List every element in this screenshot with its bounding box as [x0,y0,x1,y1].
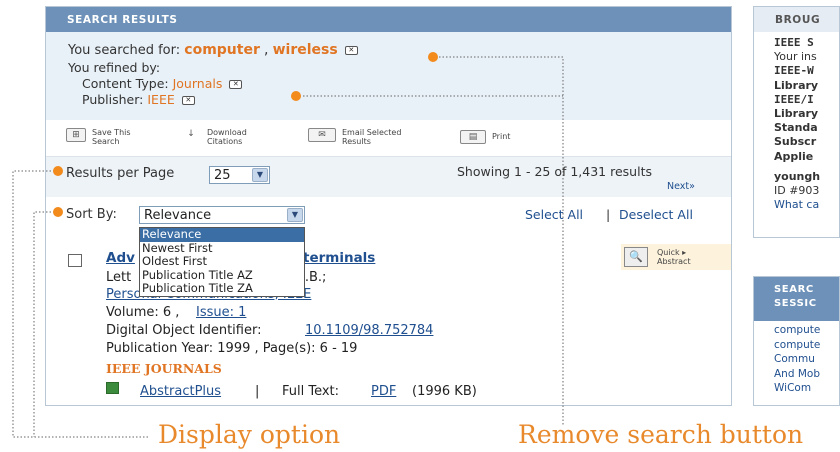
sort-option[interactable]: Newest First [140,241,304,256]
email-results-button[interactable]: ✉ Email Selected Results [308,128,401,146]
remove-marker [291,91,301,101]
issue-link[interactable]: Issue: 1 [196,305,246,320]
publisher-label: Publisher: [82,92,144,107]
results-per-page-label: Results per Page [66,166,175,181]
print-button[interactable]: ▤ Print [460,130,510,144]
pdf-link[interactable]: PDF [371,384,396,399]
select-all-link[interactable]: Select All [525,207,583,222]
chevron-down-icon: ▼ [252,168,268,182]
save-search-button[interactable]: ⊞ Save This Search [66,128,131,146]
search-results-panel: SEARCH RESULTS You searched for: compute… [45,6,732,406]
authors-prefix: Lett [106,270,132,285]
doi-label: Digital Object Identifier: [106,323,262,338]
publisher-value: IEEE [147,92,175,107]
sort-dropdown-list: Relevance Newest First Oldest First Publ… [139,227,305,297]
result-checkbox[interactable] [68,254,82,267]
remove-content-type-button[interactable]: ✕ [229,80,243,89]
download-citations-button[interactable]: ↓ Download Citations [181,128,247,146]
magnifier-icon: 🔍 [624,247,648,267]
sort-option[interactable]: Publication Title AZ [140,268,304,283]
result-title-start[interactable]: Adv [106,250,135,266]
full-text-label: Full Text: [282,384,340,399]
search-summary: You searched for: computer , wireless ✕ … [46,32,731,120]
sort-by-label: Sort By: [66,207,117,222]
next-link[interactable]: Next» [667,181,695,192]
showing-count: Showing 1 - 25 of 1,431 results [457,164,652,179]
select-separator: | [606,207,611,222]
publication-year: Publication Year: 1999 , Page(s): 6 - 19 [106,341,358,356]
remove-marker [428,52,438,62]
sort-option[interactable]: Oldest First [140,255,304,269]
pdf-size: (1996 KB) [412,384,477,399]
what-link[interactable]: What ca [774,198,839,212]
results-per-page-select[interactable]: 25 ▼ [209,166,270,184]
download-icon: ↓ [187,129,195,139]
doi-link[interactable]: 10.1109/98.752784 [305,323,433,338]
search-term-computer: computer [184,42,260,58]
panel-title: SEARCH RESULTS [46,7,731,32]
abstract-icon [106,382,119,394]
sort-by-select[interactable]: Relevance ▼ [139,206,305,224]
search-session-panel: SEARC SESSIC compute compute Commu And Mo… [753,276,840,406]
quick-abstract-button[interactable]: 🔍 Quick ▸ Abstract [621,244,731,270]
right-panel-title: BROUG [754,7,839,32]
search-term-wireless: wireless [272,42,338,58]
brought-to-you-panel: BROUG IEEE S Your ins IEEE-W Library IEE… [753,6,840,238]
email-icon: ✉ [308,128,336,142]
results-toolbar: ⊞ Save This Search ↓ Download Citations ✉ … [46,120,731,157]
chevron-down-icon: ▼ [287,208,303,222]
display-marker [53,166,63,176]
deselect-all-link[interactable]: Deselect All [619,207,693,222]
refined-by-label: You refined by: [68,60,161,75]
term-separator: , [264,42,269,58]
remove-search-callout: Remove search button [518,420,804,449]
source-label: IEEE JOURNALS [106,361,222,376]
save-icon: ⊞ [66,128,86,142]
sort-option[interactable]: Publication Title ZA [140,282,304,296]
remove-publisher-button[interactable]: ✕ [181,96,195,105]
results-per-page-row: Results per Page 25 ▼ Showing 1 - 25 of … [46,157,731,197]
link-separator: | [255,384,260,399]
content-type-value: Journals [172,76,223,91]
print-icon: ▤ [460,130,486,144]
display-option-callout: Display option [158,420,341,449]
sort-option[interactable]: Relevance [140,228,304,242]
abstract-plus-link[interactable]: AbstractPlus [140,384,221,399]
searched-for-label: You searched for: [68,43,181,58]
content-type-label: Content Type: [82,76,169,91]
remove-search-button[interactable]: ✕ [344,46,358,55]
volume-label: Volume: 6 , [106,305,180,320]
display-marker [53,207,63,217]
result-title-end[interactable]: terminals [303,250,375,266]
